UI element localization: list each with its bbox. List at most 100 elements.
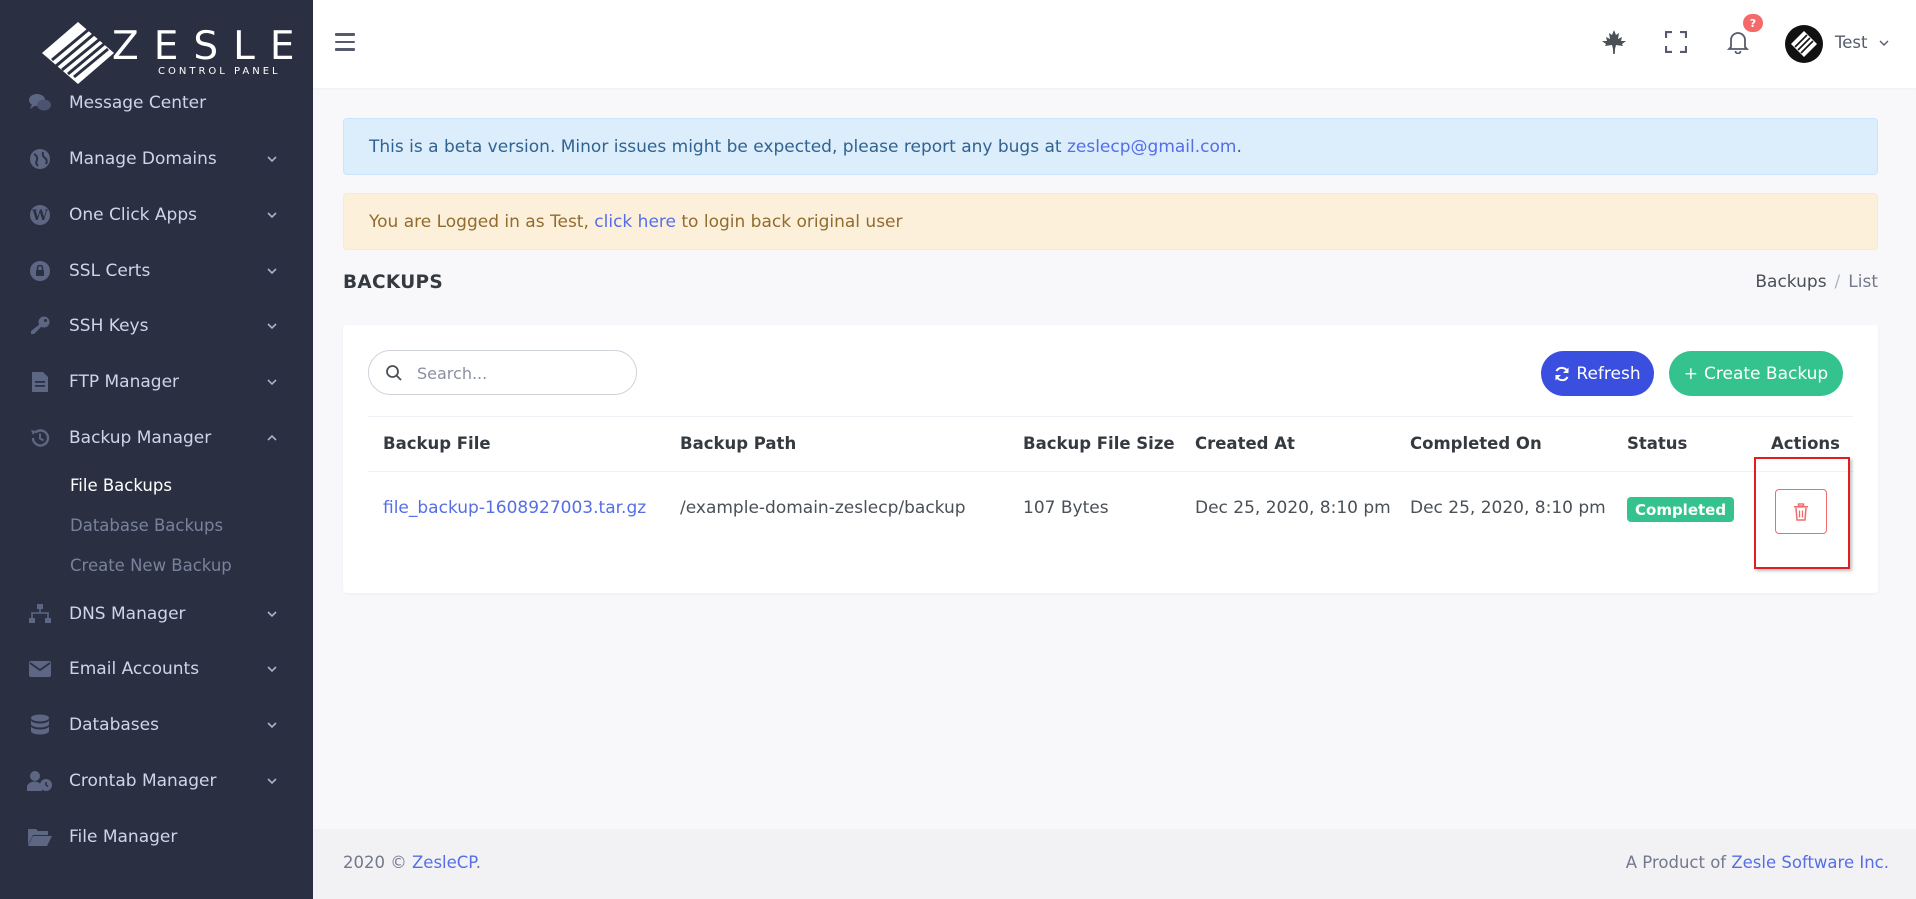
footer-copy-text: 2020 © [343, 853, 412, 872]
sidebar-item-message-center[interactable]: Message Center [0, 80, 313, 126]
breadcrumb-item-list: List [1848, 272, 1878, 292]
zeslecp-link[interactable]: ZesleCP [412, 853, 476, 872]
backup-file-link[interactable]: file_backup-1608927003.tar.gz [383, 498, 646, 518]
svg-text:W: W [31, 208, 48, 224]
sidebar-item-label: Databases [69, 715, 159, 735]
sidebar-item-databases[interactable]: Databases [0, 702, 313, 748]
sidebar-item-email-accounts[interactable]: Email Accounts [0, 646, 313, 692]
chevron-down-icon [267, 212, 277, 219]
chevron-down-icon [267, 379, 277, 386]
topbar: ? Test [313, 0, 1916, 88]
user-name[interactable]: Test [1835, 33, 1868, 52]
create-backup-button-label: Create Backup [1704, 363, 1829, 384]
sidebar-item-label: DNS Manager [69, 604, 186, 624]
file-icon [27, 369, 53, 395]
column-header-backup-file: Backup File [383, 434, 491, 453]
maple-leaf-icon[interactable] [1598, 26, 1630, 58]
column-header-status: Status [1627, 434, 1688, 453]
lock-icon [27, 258, 53, 284]
column-header-backup-path: Backup Path [680, 434, 797, 453]
column-header-actions: Actions [1771, 434, 1840, 453]
footer: 2020 © ZesleCP. A Product of Zesle Softw… [313, 829, 1916, 899]
chat-icon [27, 90, 53, 116]
search-input[interactable] [417, 361, 627, 385]
fullscreen-icon[interactable] [1660, 26, 1692, 58]
sidebar-item-label: Crontab Manager [69, 771, 217, 791]
notification-badge: ? [1743, 14, 1763, 32]
wordpress-icon: W [27, 202, 53, 228]
sidebar-subitem-create-new-backup[interactable]: Create New Backup [70, 556, 232, 575]
column-header-created-at: Created At [1195, 434, 1295, 453]
sidebar-subitem-file-backups[interactable]: File Backups [70, 476, 172, 495]
sidebar-item-file-manager[interactable]: File Manager [0, 814, 313, 860]
avatar[interactable] [1785, 25, 1823, 63]
search-box [368, 350, 637, 395]
sidebar-item-label: Backup Manager [69, 428, 212, 448]
sidebar-item-ftp-manager[interactable]: FTP Manager [0, 359, 313, 405]
chevron-down-icon[interactable] [1879, 38, 1889, 48]
login-back-link[interactable]: click here [594, 212, 676, 232]
search-icon [386, 365, 402, 381]
chevron-down-icon [267, 323, 277, 330]
zesle-software-link[interactable]: Zesle Software Inc. [1731, 853, 1889, 872]
table-divider [368, 471, 1853, 472]
page-title: BACKUPS [343, 272, 444, 293]
brand-name: ZESLE [112, 24, 310, 69]
breadcrumb-item-backups[interactable]: Backups [1755, 272, 1826, 292]
user-clock-icon [27, 768, 53, 794]
beta-alert-end: . [1236, 136, 1242, 157]
globe-icon [27, 146, 53, 172]
sidebar-item-ssh-keys[interactable]: SSH Keys [0, 303, 313, 349]
footer-product: A Product of Zesle Software Inc. [1626, 853, 1889, 872]
completed-on-cell: Dec 25, 2020, 8:10 pm [1410, 498, 1606, 518]
envelope-icon [27, 656, 53, 682]
folder-open-icon [27, 824, 53, 850]
beta-alert: This is a beta version. Minor issues mig… [343, 118, 1878, 175]
footer-product-text: A Product of [1625, 853, 1732, 872]
sidebar-item-ssl-certs[interactable]: SSL Certs [0, 248, 313, 294]
network-icon [27, 601, 53, 627]
history-icon [27, 425, 53, 451]
file-size-cell: 107 Bytes [1023, 498, 1109, 518]
database-icon [27, 712, 53, 738]
footer-copy-end: . [475, 853, 481, 872]
sidebar-item-label: Manage Domains [69, 149, 217, 169]
sidebar-item-label: Email Accounts [69, 659, 200, 679]
chevron-down-icon [267, 156, 277, 163]
sidebar-item-dns-manager[interactable]: DNS Manager [0, 591, 313, 637]
breadcrumb: Backups / List [1755, 272, 1878, 292]
menu-icon[interactable] [335, 33, 355, 51]
delete-button[interactable] [1775, 489, 1827, 534]
sidebar-item-label: Message Center [69, 93, 207, 113]
sidebar-item-backup-manager[interactable]: Backup Manager [0, 415, 313, 461]
sidebar-item-label: One Click Apps [69, 205, 197, 225]
refresh-button[interactable]: Refresh [1541, 351, 1654, 396]
plus-icon: + [1683, 363, 1699, 384]
support-email-link[interactable]: zeslecp@gmail.com [1067, 137, 1237, 157]
impersonation-alert: You are Logged in as Test, click here to… [343, 193, 1878, 250]
impersonation-alert-text: You are Logged in as Test, [369, 211, 589, 232]
column-header-completed-on: Completed On [1410, 434, 1542, 453]
chevron-up-icon [267, 434, 277, 441]
sidebar: ZESLE CONTROL PANEL Message Center Manag… [0, 0, 313, 899]
brand-logo[interactable]: ZESLE CONTROL PANEL [40, 18, 294, 84]
chevron-down-icon [267, 611, 277, 618]
breadcrumb-separator: / [1834, 272, 1841, 292]
sidebar-item-manage-domains[interactable]: Manage Domains [0, 136, 313, 182]
zesle-logo-icon [42, 22, 114, 84]
refresh-icon [1555, 366, 1569, 381]
table-divider [368, 416, 1853, 417]
create-backup-button[interactable]: + Create Backup [1669, 351, 1843, 396]
column-header-file-size: Backup File Size [1023, 434, 1175, 453]
sidebar-item-crontab-manager[interactable]: Crontab Manager [0, 758, 313, 804]
trash-icon [1794, 502, 1808, 521]
backup-path-cell: /example-domain-zeslecp/backup [680, 498, 966, 518]
refresh-button-label: Refresh [1576, 363, 1641, 384]
sidebar-item-one-click-apps[interactable]: W One Click Apps [0, 192, 313, 238]
impersonation-alert-end: to login back original user [681, 211, 903, 232]
beta-alert-text: This is a beta version. Minor issues mig… [369, 136, 1062, 157]
chevron-down-icon [267, 722, 277, 729]
sidebar-item-label: SSL Certs [69, 261, 151, 281]
created-at-cell: Dec 25, 2020, 8:10 pm [1195, 498, 1391, 518]
sidebar-subitem-database-backups[interactable]: Database Backups [70, 516, 223, 535]
